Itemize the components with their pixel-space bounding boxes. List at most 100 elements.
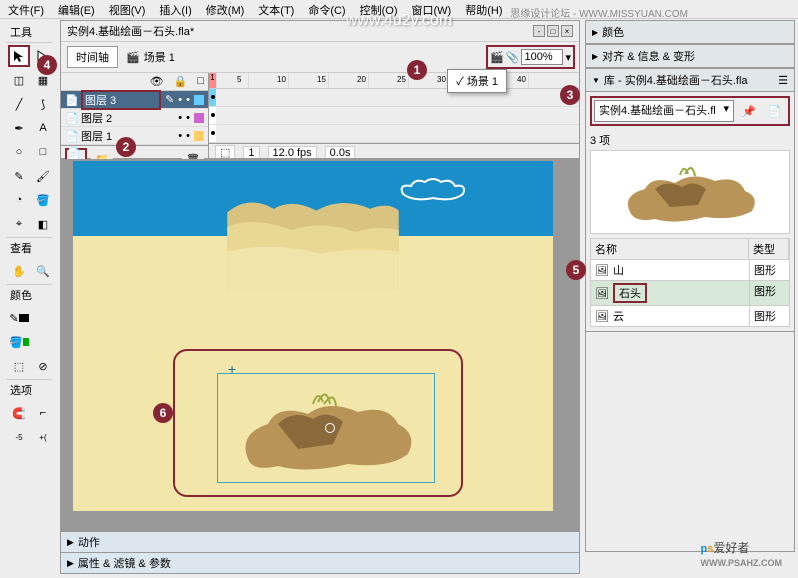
menu-control[interactable]: 控制(O): [360, 2, 398, 16]
stroke-color[interactable]: ✎: [8, 307, 30, 329]
edit-symbol-icon[interactable]: 📎: [506, 51, 520, 64]
library-file-dropdown[interactable]: 实例4.基础绘画－石头.fl▾: [594, 100, 734, 122]
scene-icon: 🎬: [126, 51, 140, 64]
free-transform-tool[interactable]: ◫: [8, 69, 30, 91]
menu-modify[interactable]: 修改(M): [206, 2, 245, 16]
pencil-tool[interactable]: ✎: [8, 165, 30, 187]
document-window: 实例4.基础绘画－石头.fla* - □ × 时间轴 🎬 场景 1 🎬 📎 ▾ …: [60, 20, 580, 574]
option-3[interactable]: -5: [8, 426, 30, 448]
layer-icon: 📄: [65, 94, 77, 106]
menu-window[interactable]: 窗口(W): [412, 2, 452, 16]
library-item-mountain[interactable]: 🖼山 图形: [590, 260, 790, 281]
fps: 12.0 fps: [268, 146, 317, 159]
library-item-cloud[interactable]: 🖼云 图形: [590, 306, 790, 327]
menu-edit[interactable]: 编辑(E): [58, 2, 95, 16]
color-label: 颜色: [6, 284, 52, 305]
library-count: 3 项: [590, 130, 790, 150]
options-label: 选项: [6, 379, 52, 400]
layer-name: 图层 3: [81, 90, 161, 110]
symbol-icon: 🖼: [595, 310, 609, 323]
option-4[interactable]: +(: [32, 426, 54, 448]
pin-library-button[interactable]: 📌: [738, 100, 760, 122]
eyedropper-tool[interactable]: ⌖: [8, 213, 30, 235]
maximize-button[interactable]: □: [547, 25, 559, 37]
zoom-input[interactable]: [521, 49, 563, 65]
onion-skin-icon[interactable]: ⬚: [215, 145, 235, 158]
eraser-tool[interactable]: ◧: [32, 213, 54, 235]
current-frame: 1: [243, 146, 259, 159]
snap-tool[interactable]: 🧲: [8, 402, 30, 424]
scene-name: 场景 1: [144, 49, 175, 65]
lock-icon[interactable]: 🔒: [174, 75, 188, 88]
library-header: 名称 类型: [590, 238, 790, 260]
menu-help[interactable]: 帮助(H): [465, 2, 502, 16]
symbol-icon: 🖼: [595, 287, 609, 300]
outline-icon[interactable]: □: [197, 75, 204, 88]
view-label: 查看: [6, 237, 52, 258]
close-button[interactable]: ×: [561, 25, 573, 37]
ps-logo: ps爱好者 WWW.PSAHZ.COM: [701, 532, 783, 568]
no-color[interactable]: ⊘: [32, 355, 54, 377]
zoom-tool[interactable]: 🔍: [32, 260, 54, 282]
registration-point: +: [228, 361, 236, 377]
arrow-icon: [12, 49, 26, 63]
library-panel-title[interactable]: ▼库 - 实例4.基础绘画－石头.fla☰: [585, 68, 795, 92]
actions-label: 动作: [78, 534, 100, 550]
library-preview: [590, 150, 790, 234]
stage: +: [73, 161, 553, 511]
rock-preview-icon: [610, 157, 770, 227]
menu-text[interactable]: 文本(T): [258, 2, 294, 16]
scene-popup[interactable]: ✓ 场景 1: [447, 69, 507, 93]
lasso-tool[interactable]: ⟆: [32, 93, 54, 115]
color-panel-title[interactable]: ▶颜色: [585, 20, 795, 44]
menu-commands[interactable]: 命令(C): [308, 2, 345, 16]
panel-menu-icon[interactable]: ☰: [778, 74, 788, 87]
transform-center: [325, 423, 335, 433]
option-2[interactable]: ⌐: [32, 402, 54, 424]
line-tool[interactable]: ╱: [8, 93, 30, 115]
frames-panel[interactable]: 1 ⬚ 1 12.0 fps 0.0s: [209, 73, 579, 158]
pencil-icon: ✎: [165, 93, 174, 106]
layer-row-3[interactable]: 📄 图层 3 ✎ ••: [61, 91, 208, 109]
menu-insert[interactable]: 插入(I): [159, 2, 191, 16]
brush-tool[interactable]: 🖌: [32, 165, 54, 187]
pen-tool[interactable]: ✒: [8, 117, 30, 139]
layer-icon: 📄: [65, 130, 77, 142]
eye-icon[interactable]: 👁: [150, 75, 164, 88]
elapsed-time: 0.0s: [325, 146, 356, 159]
library-item-rock[interactable]: 🖼石头 图形: [590, 281, 790, 306]
menu-file[interactable]: 文件(F): [8, 2, 44, 16]
document-title: 实例4.基础绘画－石头.fla*: [67, 23, 533, 39]
ink-bottle-tool[interactable]: ◔: [8, 189, 30, 211]
menu-view[interactable]: 视图(V): [109, 2, 146, 16]
zoom-dropdown-icon[interactable]: ▾: [565, 51, 571, 64]
toolbox: 工具 ◫ ▦ ╱ ⟆ ✒ A ○ □ ✎ 🖌 ◔ 🪣 ⌖ ◧ 查看 ✋ 🔍 颜色…: [4, 20, 54, 452]
properties-panel[interactable]: ▶属性 & 滤镜 & 参数: [61, 552, 579, 573]
align-panel-title[interactable]: ▶对齐 & 信息 & 变形: [585, 44, 795, 68]
actions-panel[interactable]: ▶动作: [61, 531, 579, 552]
fill-color[interactable]: 🪣: [8, 331, 30, 353]
oval-tool[interactable]: ○: [8, 141, 30, 163]
symbol-icon: 🖼: [595, 264, 609, 277]
canvas-area[interactable]: +: [61, 159, 579, 531]
properties-label: 属性 & 滤镜 & 参数: [78, 555, 171, 571]
rectangle-tool[interactable]: □: [32, 141, 54, 163]
selection-tool[interactable]: [8, 45, 30, 67]
callout-2: 2: [116, 137, 136, 157]
text-tool[interactable]: A: [32, 117, 54, 139]
timeline-tab[interactable]: 时间轴: [67, 46, 118, 68]
toolbox-title: 工具: [6, 22, 52, 43]
callout-4: 4: [37, 55, 57, 75]
layer-row-2[interactable]: 📄 图层 2 ••: [61, 109, 208, 127]
scene-label[interactable]: 🎬 场景 1: [126, 49, 175, 65]
layer-name: 图层 2: [81, 110, 174, 126]
minimize-button[interactable]: -: [533, 25, 545, 37]
new-library-button[interactable]: 📄: [764, 100, 786, 122]
callout-1: 1: [407, 60, 427, 80]
swap-colors[interactable]: ⬚: [8, 355, 30, 377]
col-name[interactable]: 名称: [591, 239, 749, 259]
edit-scene-icon[interactable]: 🎬: [490, 51, 504, 64]
col-type[interactable]: 类型: [749, 239, 789, 259]
hand-tool[interactable]: ✋: [8, 260, 30, 282]
paint-bucket-tool[interactable]: 🪣: [32, 189, 54, 211]
